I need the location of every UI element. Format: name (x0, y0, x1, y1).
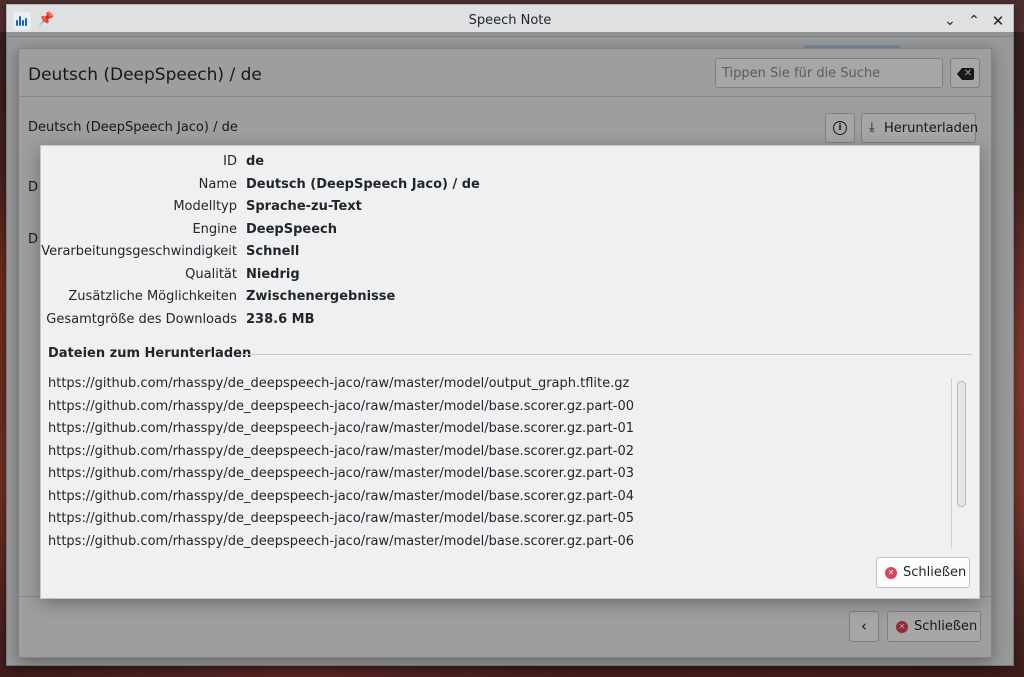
property-label: Qualität (185, 266, 237, 282)
window-title: Speech Note (468, 13, 552, 28)
file-url[interactable]: https://github.com/rhasspy/de_deepspeech… (48, 444, 952, 467)
close-circle-icon: ✕ (885, 567, 897, 579)
property-value: Sprache-zu-Text (246, 199, 362, 214)
close-button-label: Schließen (903, 565, 967, 580)
model-details-dialog: ID de Name Deutsch (DeepSpeech Jaco) / de … (40, 145, 980, 599)
property-value: Niedrig (246, 266, 300, 282)
property-value: de (246, 154, 265, 169)
details-close-button[interactable]: ✕ Schließen (876, 557, 970, 588)
files-heading: Dateien zum Herunterladen (48, 346, 252, 361)
property-label: Modelltyp (173, 199, 237, 214)
file-url[interactable]: https://github.com/rhasspy/de_deepspeech… (48, 376, 952, 399)
property-row-quality: Qualität Niedrig (41, 267, 979, 290)
files-scrollbar[interactable] (957, 381, 966, 507)
property-value: DeepSpeech (246, 221, 337, 237)
property-label: ID (223, 154, 237, 169)
property-value: Zwischenergebnisse (246, 289, 396, 304)
window-close-button[interactable]: ✕ (988, 11, 1008, 31)
property-label: Name (198, 176, 237, 192)
property-value: Schnell (246, 244, 300, 259)
maximize-button[interactable]: ⌃ (964, 11, 984, 31)
property-row-model-type: Modelltyp Sprache-zu-Text (41, 199, 979, 222)
file-url[interactable]: https://github.com/rhasspy/de_deepspeech… (48, 534, 952, 549)
divider (951, 378, 952, 548)
properties-list: ID de Name Deutsch (DeepSpeech Jaco) / de … (41, 154, 979, 334)
property-row-download-size: Gesamtgröße des Downloads 238.6 MB (41, 312, 979, 335)
property-row-features: Zusätzliche Möglichkeiten Zwischenergebni… (41, 289, 979, 312)
property-label: Zusätzliche Möglichkeiten (68, 289, 237, 304)
property-value: 238.6 MB (246, 311, 315, 327)
property-row-engine: Engine DeepSpeech (41, 222, 979, 245)
property-label: Engine (192, 221, 237, 237)
property-row-speed: Verarbeitungsgeschwindigkeit Schnell (41, 244, 979, 267)
file-url[interactable]: https://github.com/rhasspy/de_deepspeech… (48, 399, 952, 422)
minimize-button[interactable]: ⌄ (940, 11, 960, 31)
property-value: Deutsch (DeepSpeech Jaco) / de (246, 176, 480, 192)
property-label: Gesamtgröße des Downloads (46, 311, 237, 327)
property-row-id: ID de (41, 154, 979, 177)
file-url[interactable]: https://github.com/rhasspy/de_deepspeech… (48, 466, 952, 489)
files-list[interactable]: https://github.com/rhasspy/de_deepspeech… (48, 376, 952, 548)
file-url[interactable]: https://github.com/rhasspy/de_deepspeech… (48, 421, 952, 444)
property-row-name: Name Deutsch (DeepSpeech Jaco) / de (41, 177, 979, 200)
file-url[interactable]: https://github.com/rhasspy/de_deepspeech… (48, 511, 952, 534)
property-label: Verarbeitungsgeschwindigkeit (41, 244, 237, 259)
divider (239, 354, 972, 355)
file-url[interactable]: https://github.com/rhasspy/de_deepspeech… (48, 489, 952, 512)
